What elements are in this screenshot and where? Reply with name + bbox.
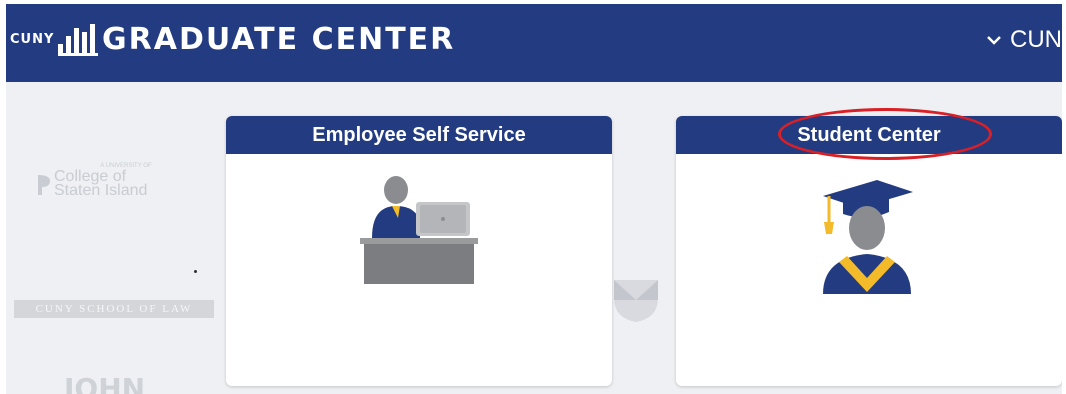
john-jay-logo: JOHN (64, 372, 146, 394)
cuny-menu-dropdown[interactable]: CUN (986, 26, 1062, 54)
brand[interactable]: CUNY GRADUATE CENTER (10, 22, 455, 57)
student-center-tile[interactable]: Student Center (676, 116, 1062, 386)
college-of-staten-island-logo: A UNIVERSITY OF College of Staten Island (36, 162, 176, 199)
chevron-down-icon (987, 36, 1001, 45)
app-frame: CUNY GRADUATE CENTER CUN A UNIVERSITY OF (6, 4, 1062, 394)
graduate-center-logo-icon (58, 23, 98, 56)
site-title: GRADUATE CENTER (102, 22, 456, 57)
cuny-school-of-law-logo: CUNY SCHOOL OF LAW (14, 300, 214, 318)
dot-mark (194, 270, 197, 273)
employee-at-desk-icon (360, 176, 478, 284)
csi-emblem-icon (38, 175, 50, 195)
csi-logo-line2: Staten Island (54, 182, 148, 199)
graduate-icon (823, 180, 913, 294)
cuny-menu-label: CUN (1010, 26, 1062, 53)
tile-title-employee-self-service: Employee Self Service (226, 116, 612, 154)
tile-title-student-center: Student Center (676, 116, 1062, 154)
employee-self-service-tile[interactable]: Employee Self Service (226, 116, 612, 386)
shield-logo-icon (614, 280, 658, 322)
site-header: CUNY GRADUATE CENTER CUN (6, 4, 1062, 82)
cuny-logo: CUNY (10, 31, 55, 47)
